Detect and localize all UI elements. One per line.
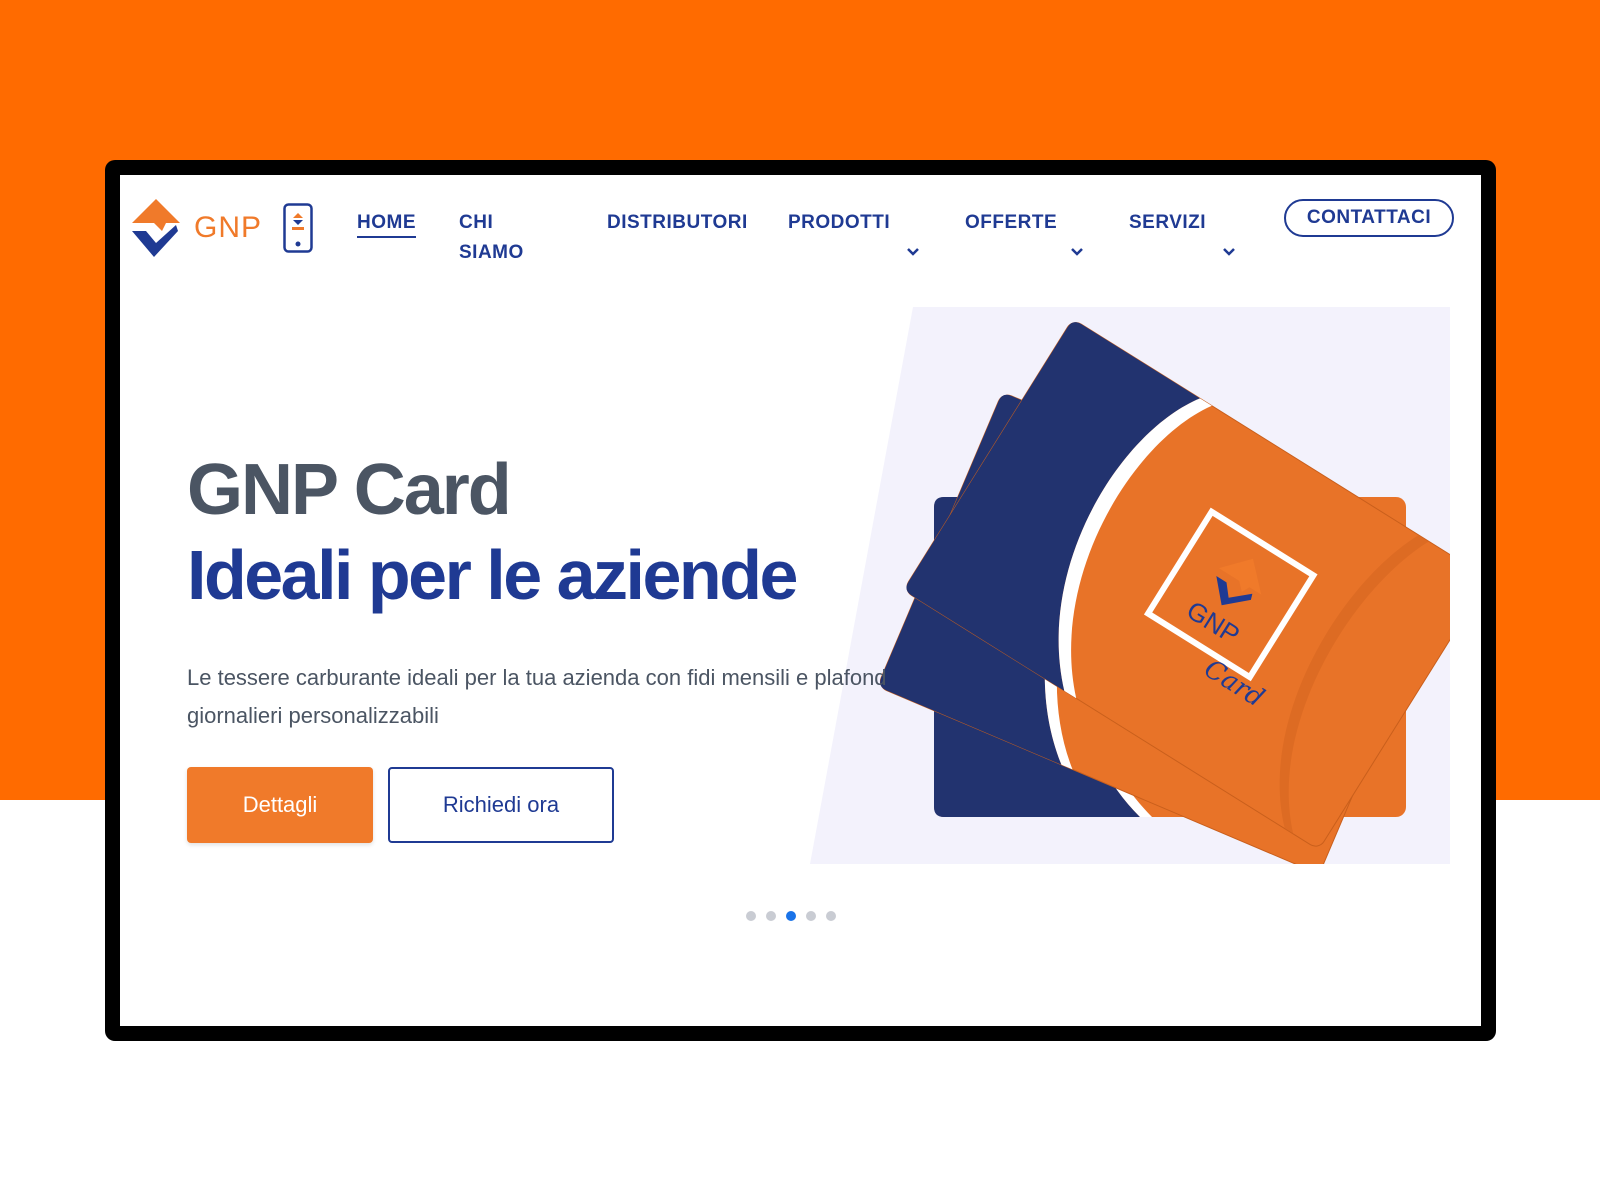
gnp-logo-icon — [132, 199, 180, 257]
carousel-pagination — [746, 911, 846, 921]
hero-title: GNP Card — [187, 450, 512, 530]
dettagli-button[interactable]: Dettagli — [187, 767, 373, 843]
hero-subtitle: Ideali per le aziende — [187, 536, 798, 614]
nav-home-label: HOME — [357, 212, 416, 238]
nav-servizi-label: SERVIZI — [1129, 212, 1207, 233]
carousel-dot-4[interactable] — [806, 911, 816, 921]
nav-chi-siamo-line2: SIAMO — [459, 242, 524, 263]
nav-prodotti[interactable]: PRODOTTI — [788, 208, 890, 238]
device-frame: GNP HOME CHI SIAMO DISTRIBUTORI PRODOTTI — [105, 160, 1496, 1041]
brand-logo[interactable]: GNP — [132, 197, 262, 259]
carousel-dot-5[interactable] — [826, 911, 836, 921]
mobile-app-icon[interactable] — [283, 203, 313, 253]
nav-chi-siamo-line1: CHI — [459, 212, 494, 233]
website-screen: GNP HOME CHI SIAMO DISTRIBUTORI PRODOTTI — [120, 175, 1481, 1026]
richiedi-ora-button[interactable]: Richiedi ora — [388, 767, 614, 843]
chevron-down-icon[interactable] — [906, 247, 920, 257]
nav-distributori[interactable]: DISTRIBUTORI — [607, 208, 748, 238]
nav-chi-siamo[interactable]: CHI SIAMO — [459, 208, 524, 268]
nav-offerte-label: OFFERTE — [965, 212, 1058, 233]
chevron-down-icon[interactable] — [1070, 247, 1084, 257]
brand-name: GNP — [194, 211, 263, 244]
carousel-dot-2[interactable] — [766, 911, 776, 921]
nav-offerte[interactable]: OFFERTE — [965, 208, 1057, 238]
gnp-card-image: GNP Card — [810, 307, 1450, 864]
nav-distributori-label: DISTRIBUTORI — [607, 212, 748, 233]
hero-description: Le tessere carburante ideali per la tua … — [187, 665, 887, 728]
nav-prodotti-label: PRODOTTI — [788, 212, 891, 233]
nav-home[interactable]: HOME — [357, 208, 416, 238]
chevron-down-icon[interactable] — [1222, 247, 1236, 257]
nav-servizi[interactable]: SERVIZI — [1129, 208, 1206, 238]
carousel-dot-1[interactable] — [746, 911, 756, 921]
carousel-dot-3[interactable] — [786, 911, 796, 921]
contattaci-button[interactable]: CONTATTACI — [1284, 199, 1454, 237]
